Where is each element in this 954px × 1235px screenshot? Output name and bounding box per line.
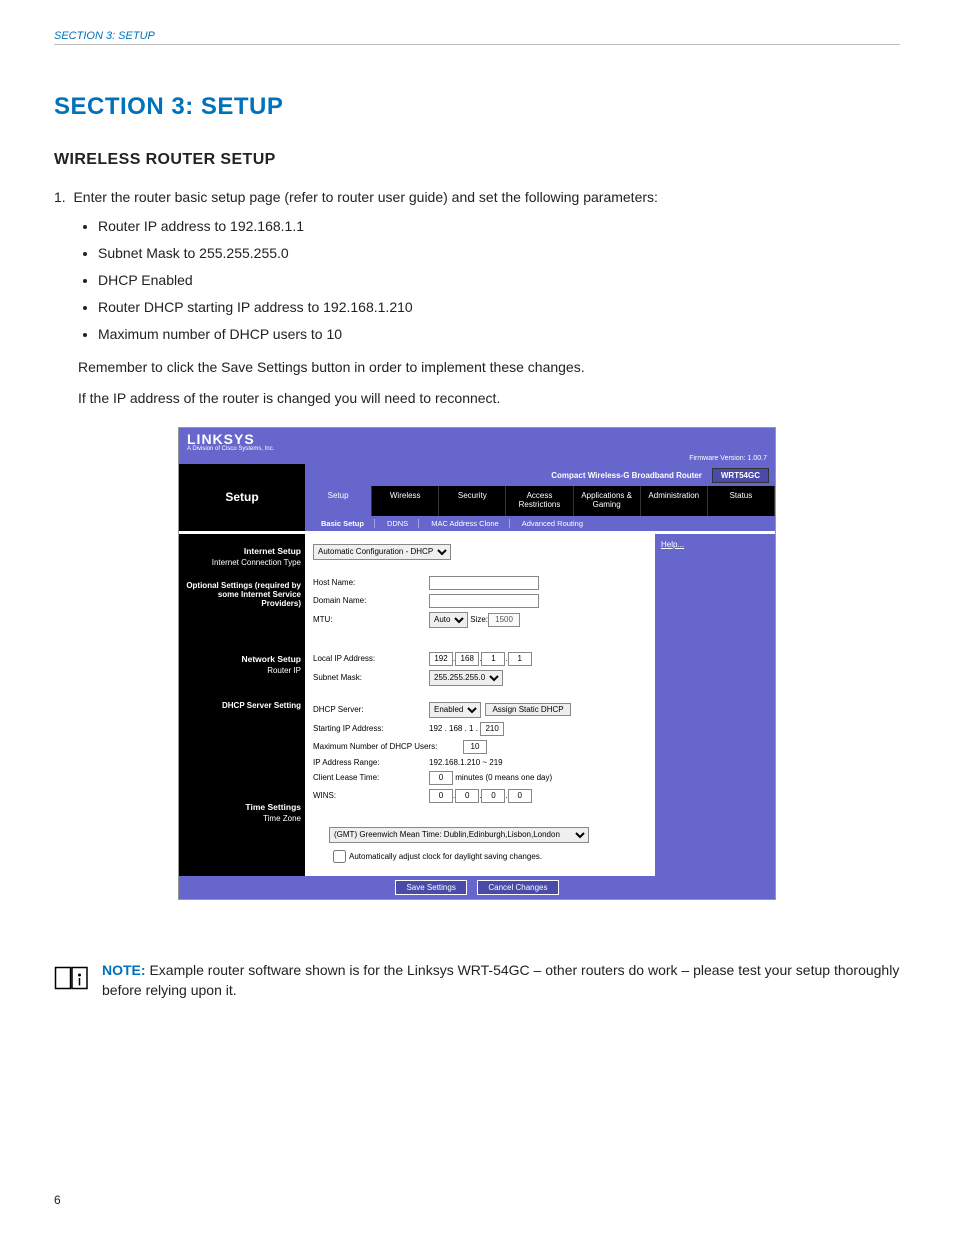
help-link[interactable]: Help... [661,540,684,549]
label-router-ip: Router IP [183,666,301,675]
cisco-logo: CISCO SYSTEMS [832,865,890,872]
lease-input[interactable] [429,771,453,785]
section-time-settings: Time Settings [183,802,301,812]
section-internet-setup: Internet Setup [183,546,301,556]
list-item: Maximum number of DHCP users to 10 [98,324,900,345]
wins-3[interactable] [481,789,505,803]
ip-octet-1[interactable] [429,652,453,666]
ip-octet-4[interactable] [508,652,532,666]
label-time-zone: Time Zone [183,814,301,823]
list-item: Router DHCP starting IP address to 192.1… [98,297,900,318]
note-body: Example router software shown is for the… [102,962,899,998]
subtab-mac[interactable]: MAC Address Clone [421,519,510,528]
starting-ip-input[interactable] [480,722,504,736]
note-icon [54,960,90,999]
page-number: 6 [54,1193,61,1207]
wins-2[interactable] [455,789,479,803]
tab-wireless[interactable]: Wireless [372,486,439,516]
body-paragraph: Remember to click the Save Settings butt… [54,357,900,378]
section-title: SECTION 3: SETUP [54,93,900,121]
subtab-routing[interactable]: Advanced Routing [512,519,593,528]
list-item: Subnet Mask to 255.255.255.0 [98,243,900,264]
local-ip-label: Local IP Address: [313,654,429,663]
wins-label: WINS: [313,791,429,800]
ip-range-value: 192.168.1.210 ~ 219 [429,758,503,767]
note-text: NOTE: Example router software shown is f… [102,960,900,1001]
subnet-label: Subnet Mask: [313,673,429,682]
subtab-basic[interactable]: Basic Setup [311,519,375,528]
linksys-logo: LINKSYS [187,432,767,446]
label-optional: Optional Settings (required by some Inte… [183,581,301,608]
save-button[interactable]: Save Settings [395,880,466,895]
tab-access[interactable]: Access Restrictions [506,486,573,516]
tab-apps[interactable]: Applications & Gaming [574,486,641,516]
tab-admin[interactable]: Administration [641,486,708,516]
starting-ip-label: Starting IP Address: [313,724,429,733]
starting-ip-prefix: 192 . 168 . 1 . [429,724,478,733]
timezone-select[interactable]: (GMT) Greenwich Mean Time: Dublin,Edinbu… [329,827,589,843]
ip-octet-3[interactable] [481,652,505,666]
dst-checkbox[interactable] [333,850,346,863]
mtu-size-input[interactable] [488,613,520,627]
running-header: SECTION 3: SETUP [54,30,900,45]
product-name: Compact Wireless-G Broadband Router [551,471,702,480]
ip-octet-2[interactable] [455,652,479,666]
wins-4[interactable] [508,789,532,803]
domain-name-label: Domain Name: [313,596,429,605]
label-conn-type: Internet Connection Type [183,558,301,567]
step-number: 1. [54,189,66,205]
host-name-input[interactable] [429,576,539,590]
instruction-line: 1. Enter the router basic setup page (re… [54,187,900,208]
subnet-select[interactable]: 255.255.255.0 [429,670,503,686]
label-dhcp-setting: DHCP Server Setting [183,701,301,710]
lease-label: Client Lease Time: [313,773,429,782]
ip-range-label: IP Address Range: [313,758,429,767]
mtu-label: MTU: [313,615,429,624]
domain-name-input[interactable] [429,594,539,608]
max-users-input[interactable] [463,740,487,754]
section-network-setup: Network Setup [183,654,301,664]
wins-1[interactable] [429,789,453,803]
model-badge: WRT54GC [712,468,769,483]
host-name-label: Host Name: [313,578,429,587]
tab-security[interactable]: Security [439,486,506,516]
list-item: Router IP address to 192.168.1.1 [98,216,900,237]
subtab-ddns[interactable]: DDNS [377,519,419,528]
mtu-mode-select[interactable]: Auto [429,612,468,628]
dst-label: Automatically adjust clock for daylight … [349,852,542,861]
lease-suffix: minutes (0 means one day) [455,773,552,782]
firmware-version: Firmware Version: 1.00.7 [689,455,767,462]
linksys-tagline: A Division of Cisco Systems, Inc. [187,446,767,452]
dhcp-server-label: DHCP Server: [313,705,429,714]
bullet-list: Router IP address to 192.168.1.1 Subnet … [54,216,900,345]
list-item: DHCP Enabled [98,270,900,291]
page-label: Setup [179,464,305,531]
router-banner: LINKSYS A Division of Cisco Systems, Inc… [179,428,775,464]
main-tabs: Setup Wireless Security Access Restricti… [305,486,775,516]
dhcp-mode-select[interactable]: Enabled [429,702,481,718]
tab-status[interactable]: Status [708,486,775,516]
body-paragraph: If the IP address of the router is chang… [54,388,900,409]
note-label: NOTE: [102,962,146,978]
subsection-title: WIRELESS ROUTER SETUP [54,151,900,169]
mtu-size-label: Size: [470,615,488,624]
sub-tabs: Basic Setup DDNS MAC Address Clone Advan… [305,516,775,531]
tab-setup[interactable]: Setup [305,486,372,516]
assign-static-button[interactable]: Assign Static DHCP [485,703,570,716]
conn-type-select[interactable]: Automatic Configuration - DHCP [313,544,451,560]
max-users-label: Maximum Number of DHCP Users: [313,742,463,751]
cancel-button[interactable]: Cancel Changes [477,880,558,895]
step-text: Enter the router basic setup page (refer… [73,189,657,205]
router-screenshot: LINKSYS A Division of Cisco Systems, Inc… [178,427,776,900]
